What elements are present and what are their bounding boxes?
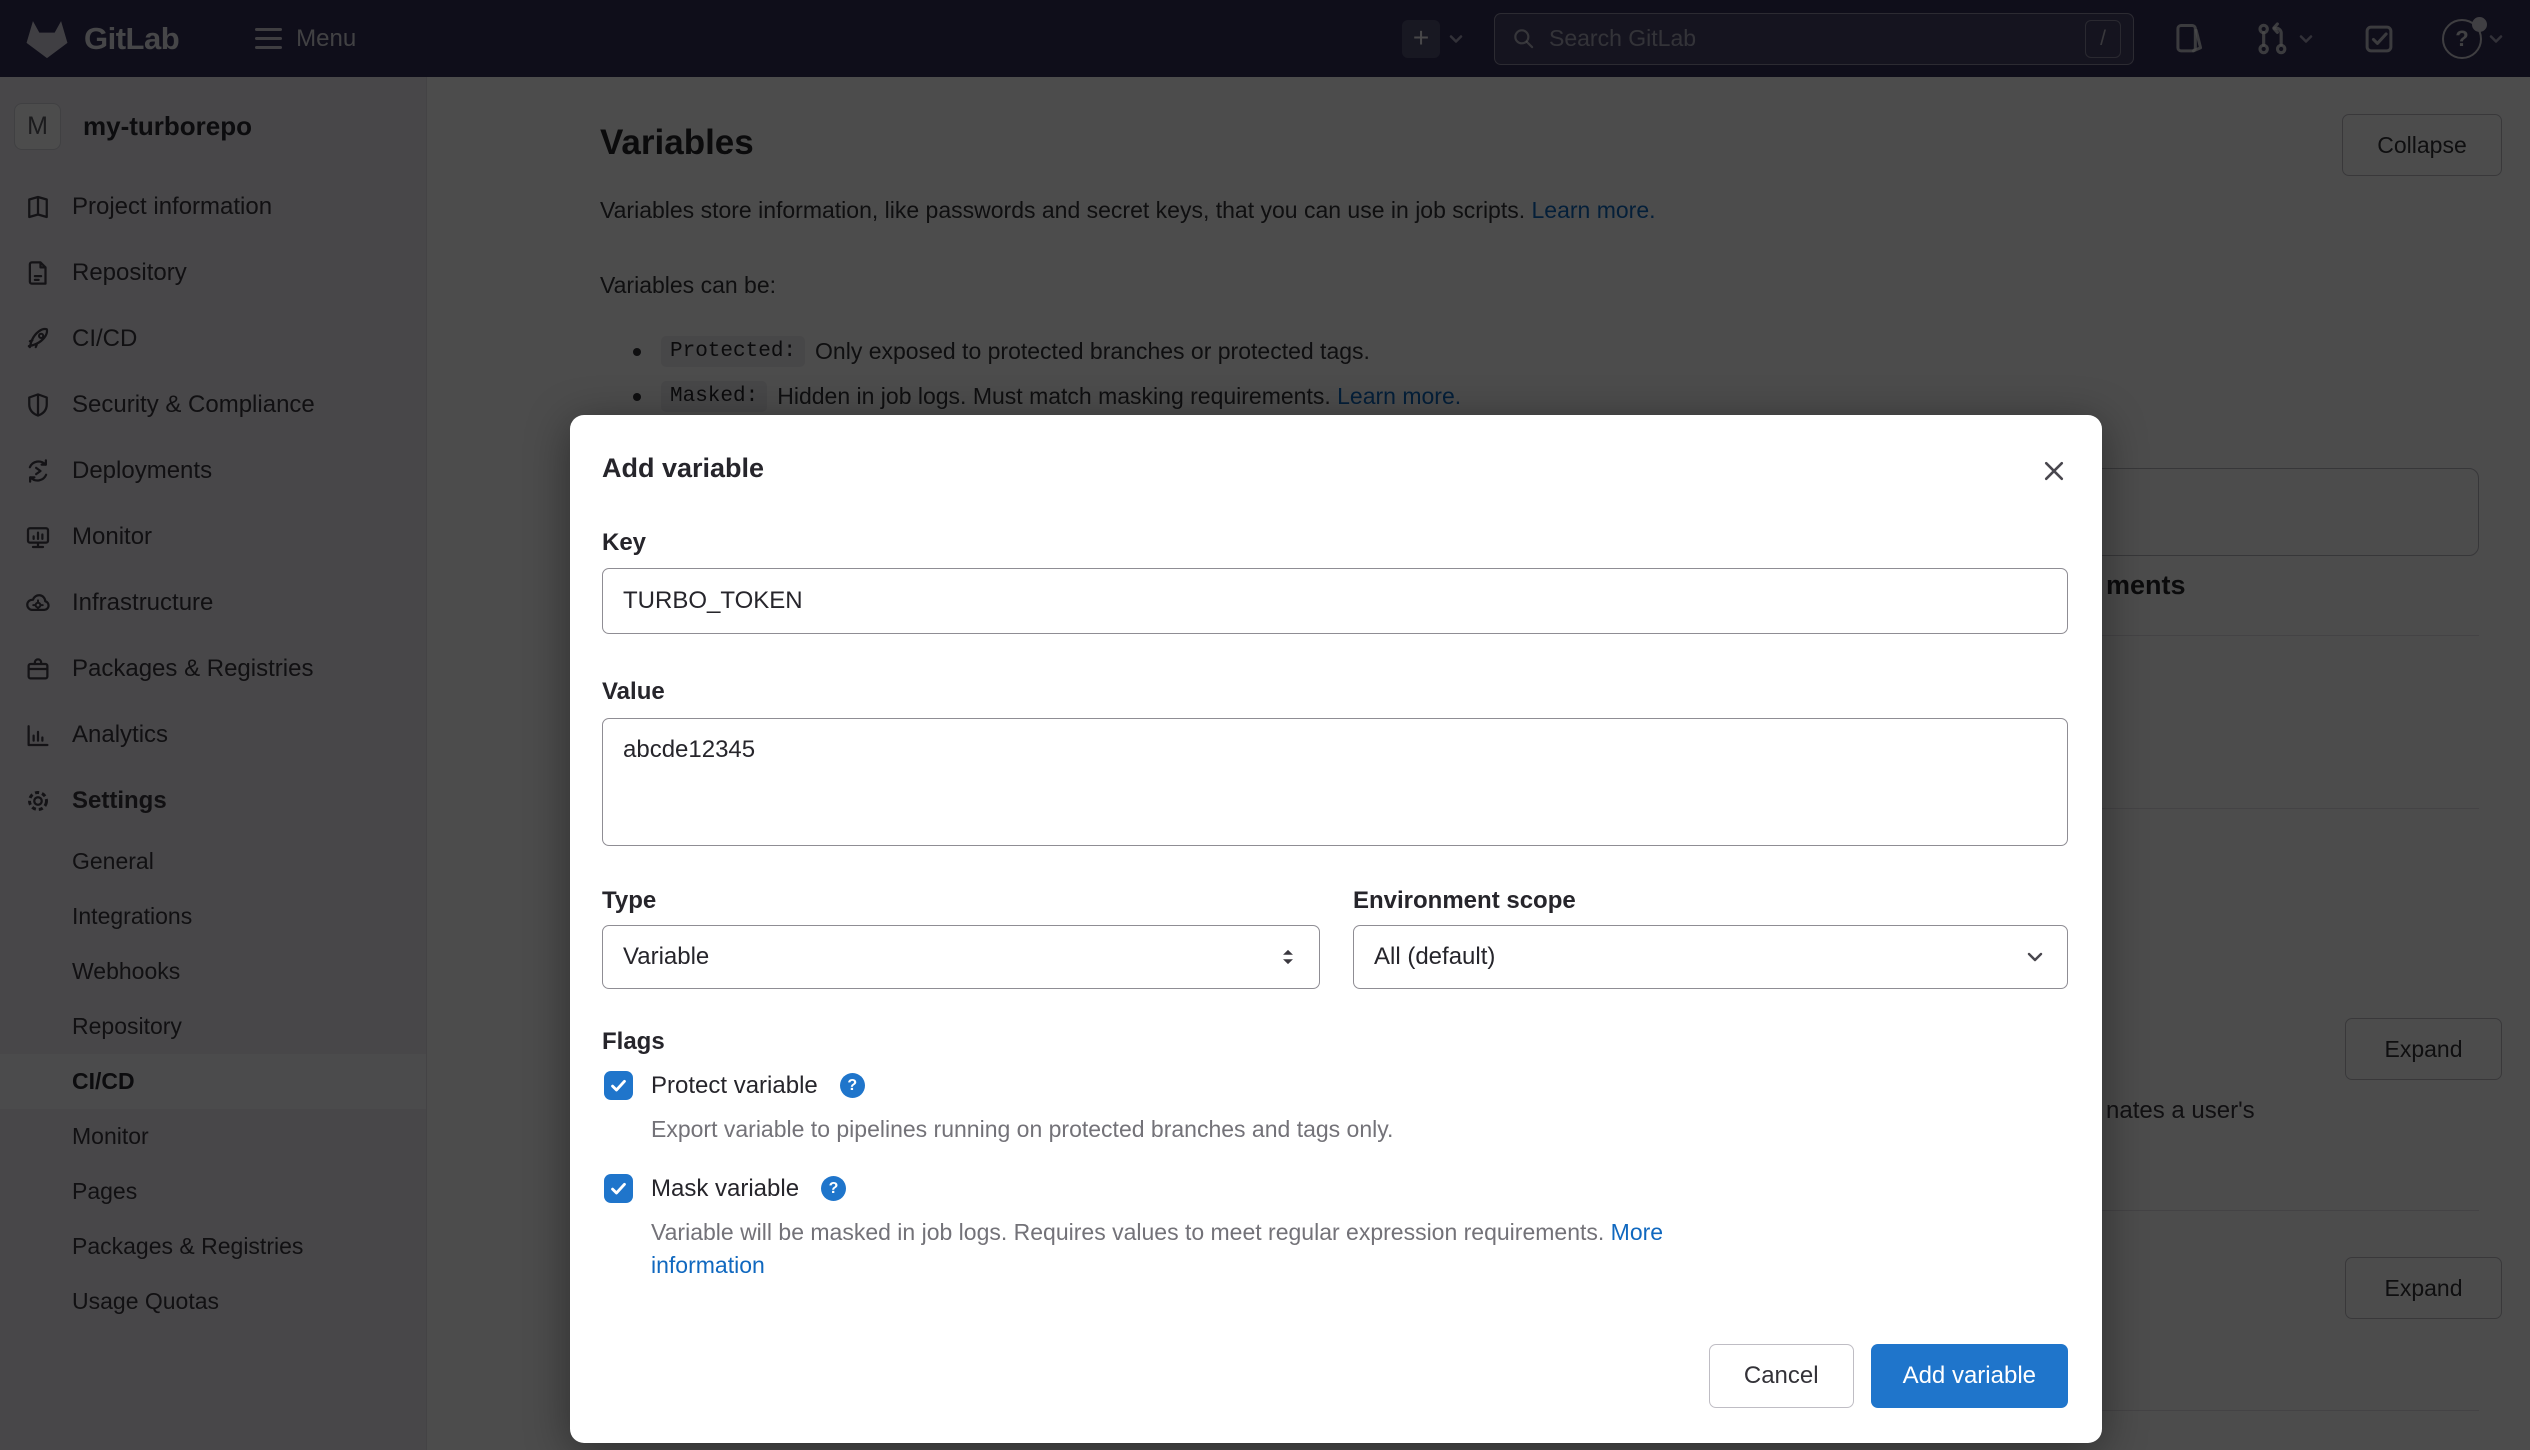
environment-scope-label: Environment scope [1353, 887, 1576, 915]
value-textarea[interactable]: abcde12345 [602, 718, 2068, 846]
modal-footer: Cancel Add variable [1709, 1344, 2068, 1408]
value-label: Value [602, 678, 665, 706]
check-icon [609, 1179, 628, 1198]
close-button[interactable] [2034, 451, 2074, 491]
chevron-down-icon [2023, 945, 2047, 969]
type-label: Type [602, 887, 656, 915]
protect-variable-label: Protect variable [651, 1072, 818, 1100]
cancel-button[interactable]: Cancel [1709, 1344, 1854, 1408]
close-icon [2041, 458, 2067, 484]
flags-label: Flags [602, 1028, 665, 1056]
add-variable-modal: Add variable Key Value abcde12345 Type V… [570, 415, 2102, 1443]
add-variable-submit-button[interactable]: Add variable [1871, 1344, 2068, 1408]
link-text: information [651, 1252, 765, 1278]
environment-scope-selected-value: All (default) [1374, 943, 1495, 971]
protect-variable-row: Protect variable ? [604, 1071, 865, 1100]
type-select[interactable]: Variable [602, 925, 1320, 989]
help-question-icon[interactable]: ? [821, 1176, 846, 1201]
mask-variable-description: Variable will be masked in job logs. Req… [651, 1216, 1663, 1282]
type-selected-value: Variable [623, 943, 709, 971]
key-label: Key [602, 529, 646, 557]
help-question-icon[interactable]: ? [840, 1073, 865, 1098]
protect-variable-description: Export variable to pipelines running on … [651, 1113, 1393, 1146]
mask-variable-checkbox[interactable] [604, 1174, 633, 1203]
mask-variable-label: Mask variable [651, 1175, 799, 1203]
protect-variable-checkbox[interactable] [604, 1071, 633, 1100]
mask-variable-row: Mask variable ? [604, 1174, 846, 1203]
key-input[interactable] [602, 568, 2068, 634]
modal-title: Add variable [602, 453, 764, 484]
check-icon [609, 1076, 628, 1095]
mask-description-text: Variable will be masked in job logs. Req… [651, 1219, 1604, 1245]
link-text: More [1611, 1219, 1663, 1245]
environment-scope-select[interactable]: All (default) [1353, 925, 2068, 989]
updown-arrows-icon [1277, 946, 1299, 968]
